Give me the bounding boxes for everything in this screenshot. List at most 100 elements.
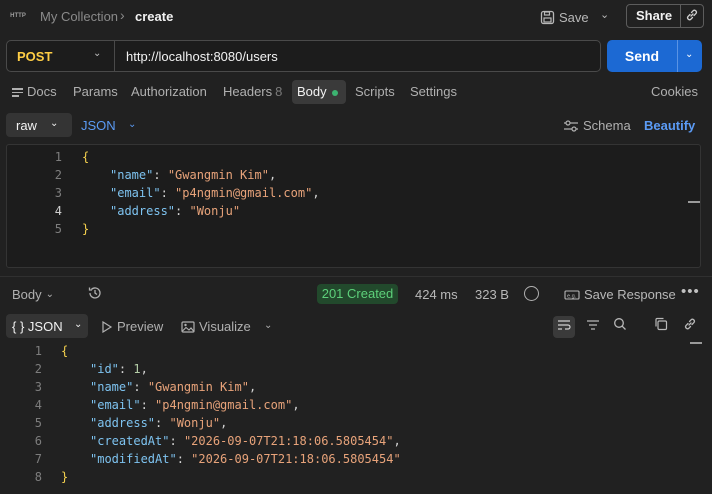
code-content: } xyxy=(61,468,68,486)
headers-count-badge: 8 xyxy=(275,84,283,99)
preview-button[interactable]: Preview xyxy=(101,319,163,334)
response-view-select[interactable]: { } JSON ⌄ xyxy=(6,314,88,338)
line-number: 8 xyxy=(34,470,42,484)
save-response-icon: e.g. xyxy=(564,289,580,300)
save-options-chevron-icon[interactable]: ⌄ xyxy=(600,8,609,21)
docs-icon xyxy=(12,86,23,99)
line-number: 2 xyxy=(34,362,42,376)
save-response-button[interactable]: e.g. Save Response xyxy=(564,287,676,302)
json-colon: : xyxy=(176,452,192,466)
url-input[interactable]: http://localhost:8080/users xyxy=(126,49,278,64)
save-button[interactable]: Save xyxy=(540,6,589,28)
visualize-button[interactable]: Visualize xyxy=(181,319,251,334)
chevron-down-icon: ⌄ xyxy=(93,48,102,59)
svg-text:e.g.: e.g. xyxy=(567,293,577,299)
response-section-select[interactable]: Body ⌄ xyxy=(12,287,54,302)
json-colon: : xyxy=(155,416,170,430)
cookies-link[interactable]: Cookies xyxy=(651,84,698,99)
copy-link-icon[interactable] xyxy=(681,8,703,25)
json-colon: : xyxy=(118,362,134,376)
response-body-viewer[interactable]: 1{2 "id": 1, 3 "name": "Gwangmin Kim", 4 "ema… xyxy=(0,342,712,494)
preview-label: Preview xyxy=(117,319,164,334)
method-select[interactable]: POST ⌄ xyxy=(7,41,115,71)
tab-authorization[interactable]: Authorization xyxy=(131,84,207,99)
code-content: } xyxy=(82,220,89,238)
schema-button[interactable]: Schema xyxy=(563,118,631,133)
tab-params[interactable]: Params xyxy=(73,84,118,99)
code-content: "name": "Gwangmin Kim", xyxy=(110,166,276,184)
response-time[interactable]: 424 ms xyxy=(415,287,458,302)
code-line: 3 "name": "Gwangmin Kim", xyxy=(0,378,690,396)
pane-splitter[interactable] xyxy=(0,276,712,277)
json-value: "Gwangmin Kim" xyxy=(167,168,269,182)
json-key: "id" xyxy=(90,362,119,376)
body-mode-label: raw xyxy=(16,118,37,133)
body-mode-select[interactable]: raw ⌄ xyxy=(6,113,72,137)
tab-body[interactable]: Body xyxy=(297,84,338,99)
chevron-down-icon[interactable]: ⌄ xyxy=(128,119,136,130)
tab-headers[interactable]: Headers 8 xyxy=(223,84,282,99)
wrap-lines-icon[interactable] xyxy=(553,316,575,338)
json-brace: { xyxy=(82,150,90,164)
json-value: "2026-09-07T21:18:06.5805454" xyxy=(183,434,394,448)
body-modified-dot-icon xyxy=(331,89,338,96)
method-label: POST xyxy=(17,49,53,64)
tab-scripts[interactable]: Scripts xyxy=(355,84,395,99)
chevron-down-icon: ⌄ xyxy=(50,118,59,129)
tab-body-label: Body xyxy=(297,84,327,99)
body-language-select[interactable]: JSON xyxy=(81,118,116,133)
line-number: 5 xyxy=(54,222,62,236)
line-number: 6 xyxy=(34,434,42,448)
response-view-label: { } JSON xyxy=(12,319,63,334)
code-line: 3 "email": "p4ngmin@gmail.com", xyxy=(7,184,697,202)
breadcrumb-collection[interactable]: My Collection xyxy=(40,9,118,24)
request-body-editor[interactable]: 1{2 "name": "Gwangmin Kim", 3 "email": "p4n… xyxy=(6,144,701,268)
tab-docs-label: Docs xyxy=(27,84,57,99)
line-number: 2 xyxy=(54,168,62,182)
json-value: "Wonju" xyxy=(189,204,241,218)
request-name[interactable]: create xyxy=(135,9,173,24)
json-colon: : xyxy=(169,434,184,448)
status-badge[interactable]: 201 Created xyxy=(317,284,398,304)
history-icon[interactable] xyxy=(87,285,105,303)
share-button[interactable]: Share xyxy=(627,5,682,27)
line-number: 7 xyxy=(34,452,42,466)
beautify-button[interactable]: Beautify xyxy=(644,118,695,133)
chevron-down-icon[interactable]: ⌄ xyxy=(264,320,272,331)
top-bar: HTTP My Collection › create Save ⌄ Share xyxy=(0,0,712,34)
json-value: "Gwangmin Kim" xyxy=(147,380,249,394)
json-brace: } xyxy=(61,470,69,484)
json-value: "p4ngmin@gmail.com" xyxy=(155,398,293,412)
json-punctuation: , xyxy=(268,168,277,182)
line-number: 4 xyxy=(34,398,42,412)
search-icon[interactable] xyxy=(609,316,631,338)
copy-icon[interactable] xyxy=(650,316,672,338)
tab-settings[interactable]: Settings xyxy=(410,84,457,99)
json-key: "name" xyxy=(90,380,134,394)
response-size[interactable]: 323 B xyxy=(475,287,509,302)
schema-label: Schema xyxy=(583,118,631,133)
line-number: 1 xyxy=(34,344,42,358)
send-button[interactable]: Send xyxy=(607,40,677,72)
more-options-icon[interactable]: ••• xyxy=(681,283,700,300)
json-key: "createdAt" xyxy=(90,434,170,448)
json-key: "email" xyxy=(90,398,141,412)
breadcrumb-separator-icon: › xyxy=(120,7,125,23)
link-icon[interactable] xyxy=(679,316,701,338)
chevron-down-icon: ⌄ xyxy=(74,319,83,330)
url-bar: POST ⌄ http://localhost:8080/users xyxy=(6,40,601,72)
globe-icon[interactable] xyxy=(524,286,539,301)
json-value: "Wonju" xyxy=(169,416,221,430)
send-divider xyxy=(677,40,678,72)
json-brace: } xyxy=(82,222,90,236)
code-content: "createdAt": "2026-09-07T21:18:06.580545… xyxy=(90,432,401,450)
tab-docs[interactable]: Docs xyxy=(12,84,57,99)
code-line: 4 "email": "p4ngmin@gmail.com", xyxy=(0,396,690,414)
filter-icon[interactable] xyxy=(582,316,604,338)
json-punctuation: , xyxy=(312,186,320,200)
json-punctuation: , xyxy=(140,362,148,376)
share-button-group: Share xyxy=(626,4,704,28)
json-colon: : xyxy=(160,186,176,200)
send-options-chevron-icon[interactable]: ⌄ xyxy=(685,49,693,60)
json-value: 1 xyxy=(133,362,141,376)
